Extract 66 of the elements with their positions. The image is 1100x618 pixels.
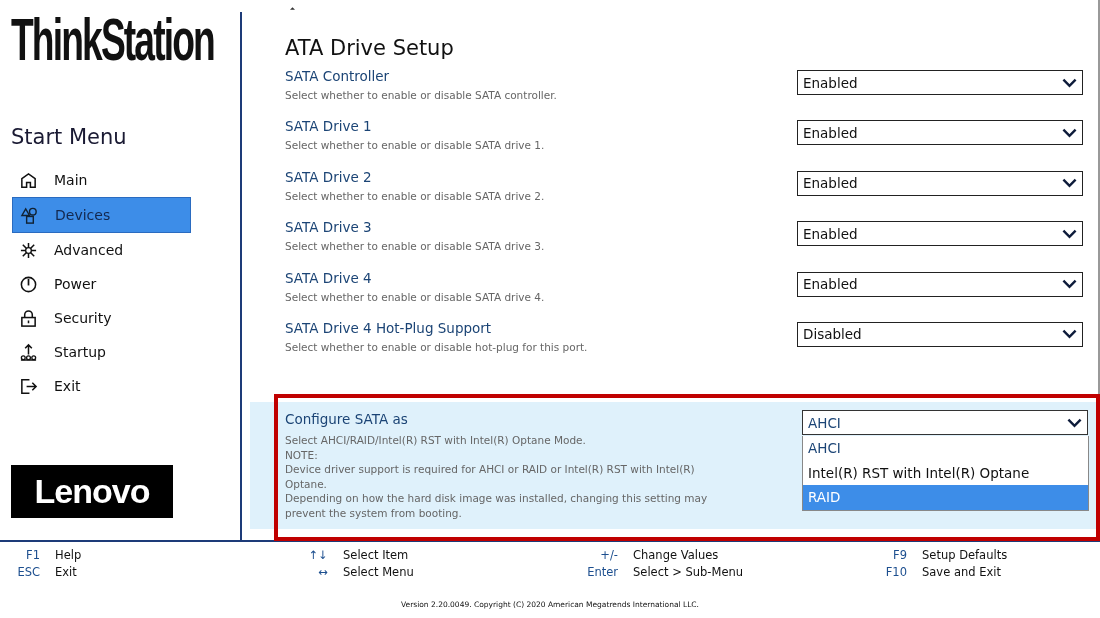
key-hint: ↔ (317, 565, 328, 579)
home-icon (19, 170, 38, 190)
key-hint: ESC (16, 565, 40, 579)
key-description: Save and Exit (922, 565, 1002, 579)
chevron-down-icon (1062, 279, 1077, 290)
menu-item[interactable]: Devices (12, 197, 191, 233)
key-hint: F10 (884, 565, 907, 579)
key-description: Exit (55, 565, 78, 579)
key-hint: Enter (586, 565, 618, 579)
dropdown-option[interactable]: AHCI (803, 436, 1088, 461)
page-title: ATA Drive Setup (285, 36, 455, 60)
setting-name: SATA Drive 2 (285, 168, 373, 185)
chevron-down-icon (1067, 417, 1082, 428)
setting-name: SATA Drive 3 (285, 219, 373, 236)
setting-name: SATA Drive 1 (285, 118, 373, 135)
menu-item[interactable]: Advanced (12, 233, 189, 267)
menu-item[interactable]: Power (12, 267, 189, 301)
setting-description: Select AHCI/RAID/Intel(R) RST with Intel(R) Optane Mode. NOTE: Device driver support is required for AHCI or RAID or Intel(R) RST with Intel(R) Optane. Depending on how the hard disk image was installed, changing this setting may prevent the system from booting. (285, 433, 709, 521)
dropdown[interactable]: Disabled (797, 321, 1083, 347)
dropdown[interactable]: Enabled (797, 120, 1083, 146)
dropdown[interactable]: Enabled (797, 221, 1083, 247)
setting-name: Configure SATA as (285, 411, 409, 428)
scroll-up-icon[interactable] (290, 7, 295, 10)
dropdown[interactable]: Enabled (797, 70, 1083, 95)
key-description: Select Item (343, 548, 410, 562)
power-icon (19, 274, 38, 294)
setting-name: SATA Drive 4 Hot-Plug Support (285, 319, 493, 336)
key-description: Setup Defaults (922, 548, 1009, 562)
setting-description: Select whether to enable or disable SATA drive 4. (285, 290, 545, 303)
key-description: Help (55, 548, 83, 562)
key-hint: +/- (599, 548, 618, 562)
setting-name: SATA Controller (285, 68, 391, 84)
menu-title: Start Menu (11, 125, 128, 149)
chevron-down-icon (1062, 178, 1077, 189)
chevron-down-icon (1062, 228, 1077, 239)
setting-description: Select whether to enable or disable hot-plug for this port. (285, 340, 588, 353)
menu-item[interactable]: Security (12, 301, 189, 335)
product-logo: ThinkStation (11, 12, 214, 68)
setting-name: SATA Drive 4 (285, 269, 373, 286)
setting-description: Select whether to enable or disable SATA drive 1. (285, 139, 545, 152)
dropdown-option[interactable]: Intel(R) RST with Intel(R) Optane (803, 460, 1088, 486)
setting-description: Select whether to enable or disable SATA drive 2. (285, 189, 545, 202)
selected-setting-panel[interactable] (250, 402, 1098, 530)
chevron-down-icon (1062, 329, 1077, 340)
setting-description: Select whether to enable or disable SATA drive 3. (285, 240, 545, 253)
key-description: Select > Sub-Menu (633, 565, 745, 579)
menu-item[interactable]: Startup (12, 335, 189, 369)
dropdown[interactable]: Enabled (797, 170, 1083, 196)
chevron-down-icon (1062, 127, 1077, 138)
key-hint: F1 (25, 548, 40, 562)
vendor-logo: Lenovo (11, 465, 173, 518)
menu-item[interactable]: Main (12, 163, 189, 197)
shapes-icon (20, 205, 39, 225)
setting-description: Select whether to enable or disable SATA controller. (285, 89, 557, 101)
upload-icon (19, 342, 38, 362)
dropdown[interactable]: Enabled (797, 271, 1083, 297)
key-hint: ↑↓ (307, 548, 328, 562)
exit-icon (19, 376, 38, 396)
key-description: Select Menu (343, 565, 415, 579)
chevron-down-icon (1062, 77, 1077, 88)
snowflake-icon (19, 240, 38, 260)
menu-item[interactable]: Exit (12, 369, 189, 403)
dropdown[interactable]: AHCI (802, 410, 1088, 436)
key-hint: F9 (892, 548, 907, 562)
lock-icon (19, 308, 38, 328)
key-description: Change Values (633, 548, 720, 562)
